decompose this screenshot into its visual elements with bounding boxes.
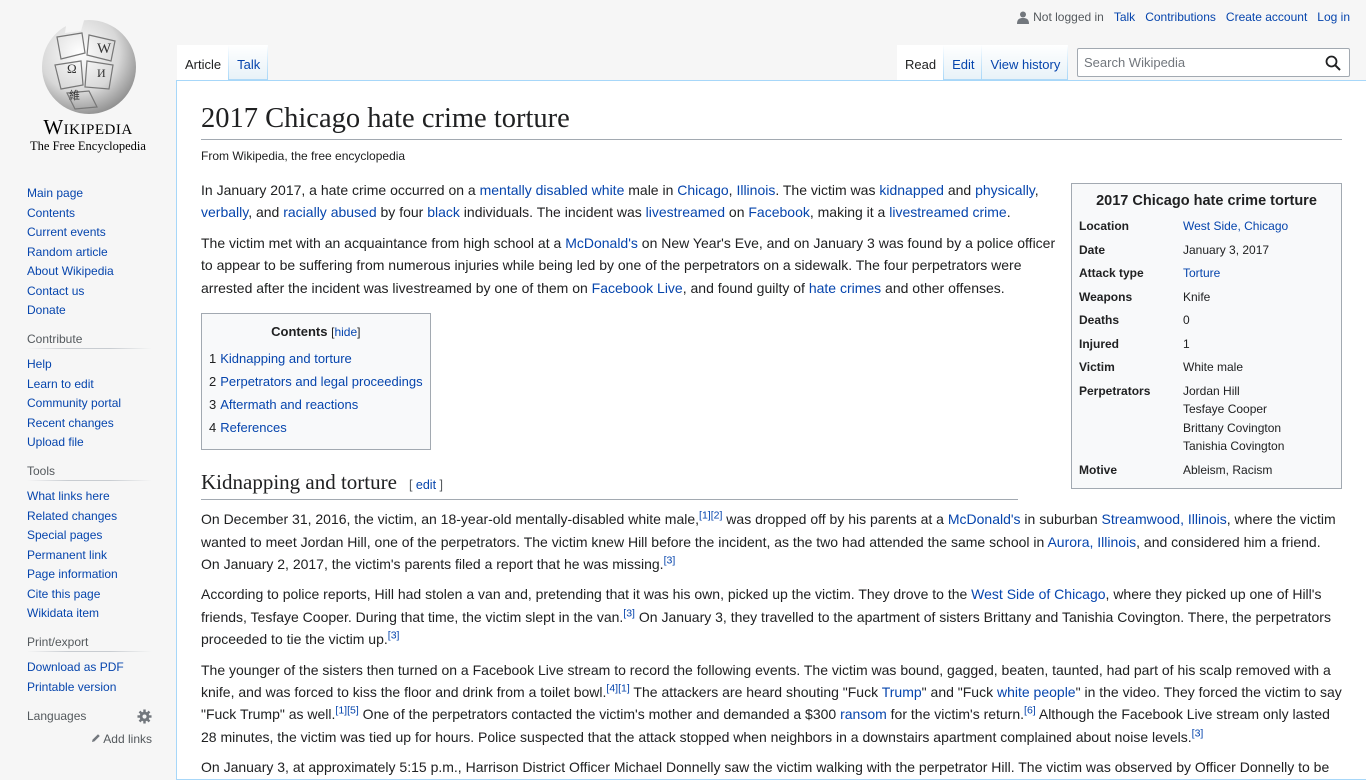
sidebar-navigation: Main page Contents Current events Random… [27, 186, 152, 317]
infobox-title: 2017 Chicago hate crime torture [1096, 193, 1317, 209]
infobox-row: Injured 1 [1079, 336, 1190, 351]
infobox-row: Motive Ableism, Racism [1079, 462, 1273, 477]
svg-text:W: W [97, 41, 112, 57]
tab-article[interactable]: Article [177, 45, 229, 80]
sidebar-item-learn-to-edit[interactable]: Learn to edit [27, 377, 94, 391]
sidebar-item-related-changes[interactable]: Related changes [27, 509, 117, 523]
infobox-row: Date January 3, 2017 [1079, 242, 1270, 257]
sidebar-item-special-pages[interactable]: Special pages [27, 528, 102, 542]
sidebar-item-random-article[interactable]: Random article [27, 245, 108, 259]
sidebar-item-donate[interactable]: Donate [27, 303, 66, 317]
view-tabs: Read Edit View history [897, 45, 1068, 80]
page-title: 2017 Chicago hate crime torture [201, 101, 1342, 140]
search-icon[interactable] [1325, 55, 1341, 71]
toc-item[interactable]: 3 Aftermath and reactions [209, 396, 423, 414]
toc-title: Contents [hide] [271, 324, 361, 340]
infobox-torture-link[interactable]: Torture [1183, 266, 1220, 280]
sidebar-item-about[interactable]: About Wikipedia [27, 264, 114, 278]
sidebar-item-wikidata-item[interactable]: Wikidata item [27, 606, 99, 620]
contribute-heading: Contribute [27, 332, 152, 349]
paragraph: The younger of the sisters then turned o… [201, 661, 1342, 745]
sidebar-item-contents[interactable]: Contents [27, 206, 75, 220]
not-logged-in: Not logged in [1017, 10, 1104, 24]
sidebar-item-printable-version[interactable]: Printable version [27, 680, 116, 694]
sidebar-item-main-page[interactable]: Main page [27, 186, 83, 200]
infobox-row: Perpetrators Jordan Hill Tesfaye Cooper … [1079, 383, 1285, 454]
table-of-contents: Contents [hide] 1 Kidnapping and torture … [201, 313, 431, 451]
add-links[interactable]: Add links [27, 732, 152, 746]
paragraph: According to police reports, Hill had st… [201, 586, 1331, 648]
sidebar-item-permanent-link[interactable]: Permanent link [27, 548, 107, 562]
article-body: 2017 Chicago hate crime torture Location… [201, 179, 1342, 779]
sidebar-item-cite-this-page[interactable]: Cite this page [27, 587, 100, 601]
languages-heading: Languages [27, 708, 152, 727]
site-subtitle: From Wikipedia, the free encyclopedia [201, 149, 406, 163]
content-area: 2017 Chicago hate crime torture From Wik… [176, 80, 1366, 780]
sidebar-item-download-pdf[interactable]: Download as PDF [27, 660, 124, 674]
infobox-row: Attack type Torture [1079, 266, 1221, 280]
print-export-heading: Print/export [27, 635, 152, 652]
create-account-link[interactable]: Create account [1226, 10, 1307, 24]
sidebar-item-recent-changes[interactable]: Recent changes [27, 416, 114, 430]
search-box [1077, 48, 1350, 77]
sidebar-contribute: Contribute Help Learn to edit Community … [27, 332, 152, 449]
svg-text:Ω: Ω [67, 61, 77, 76]
paragraph: On December 31, 2016, the victim, an 18-… [201, 509, 1336, 572]
tab-read[interactable]: Read [897, 45, 944, 80]
tab-talk[interactable]: Talk [229, 45, 268, 80]
sidebar-print-export: Print/export Download as PDF Printable v… [27, 635, 152, 694]
sidebar-item-upload-file[interactable]: Upload file [27, 435, 84, 449]
wordmark: Wikipedia [43, 115, 133, 139]
log-in-link[interactable]: Log in [1317, 10, 1350, 24]
toc-item[interactable]: 4 References [209, 419, 423, 437]
tab-edit[interactable]: Edit [944, 45, 982, 80]
sidebar: Main page Contents Current events Random… [0, 176, 176, 746]
tools-heading: Tools [27, 464, 152, 481]
sidebar-item-current-events[interactable]: Current events [27, 225, 106, 239]
toc-hide-link[interactable]: hide [334, 325, 357, 339]
gear-icon[interactable] [137, 708, 152, 724]
search-input[interactable] [1078, 49, 1318, 76]
paragraph: On January 3, at approximately 5:15 p.m.… [201, 759, 1330, 776]
namespace-tabs: Article Talk [177, 45, 268, 80]
infobox-location-link[interactable]: West Side, Chicago [1183, 219, 1288, 233]
infobox-row: Location West Side, Chicago [1079, 219, 1289, 233]
personal-tools: Not logged in Talk Contributions Create … [1017, 10, 1350, 24]
sidebar-languages: Languages Add links [27, 708, 152, 746]
user-icon [1017, 11, 1030, 24]
sidebar-item-help[interactable]: Help [27, 357, 52, 371]
section-edit-link[interactable]: edit [416, 478, 436, 492]
sidebar-item-what-links-here[interactable]: What links here [27, 489, 110, 503]
sidebar-item-page-information[interactable]: Page information [27, 567, 118, 581]
contributions-link[interactable]: Contributions [1145, 10, 1216, 24]
sidebar-item-contact[interactable]: Contact us [27, 284, 84, 298]
add-links-link[interactable]: Add links [103, 732, 152, 746]
section-heading: Kidnapping and torture[ edit ] [201, 468, 1018, 501]
toc-item[interactable]: 1 Kidnapping and torture [209, 350, 423, 368]
puzzle-globe-icon: W Ω И 維 [42, 17, 136, 114]
infobox-row: Weapons Knife [1079, 289, 1211, 304]
infobox-row: Deaths 0 [1079, 313, 1190, 327]
pencil-icon [91, 733, 100, 742]
sidebar-item-community-portal[interactable]: Community portal [27, 396, 121, 410]
infobox: 2017 Chicago hate crime torture Location… [1071, 183, 1342, 489]
tagline: The Free Encyclopedia [30, 139, 146, 153]
talk-link[interactable]: Talk [1114, 10, 1135, 24]
toc-item[interactable]: 2 Perpetrators and legal proceedings [209, 373, 423, 391]
wikipedia-logo[interactable]: W Ω И 維 Wikipedia The Free Encyclopedia [0, 0, 176, 160]
tab-view-history[interactable]: View history [982, 45, 1068, 80]
sidebar-tools: Tools What links here Related changes Sp… [27, 464, 152, 620]
svg-text:維: 維 [69, 89, 80, 102]
infobox-row: Victim White male [1079, 360, 1244, 374]
svg-text:И: И [97, 66, 106, 80]
